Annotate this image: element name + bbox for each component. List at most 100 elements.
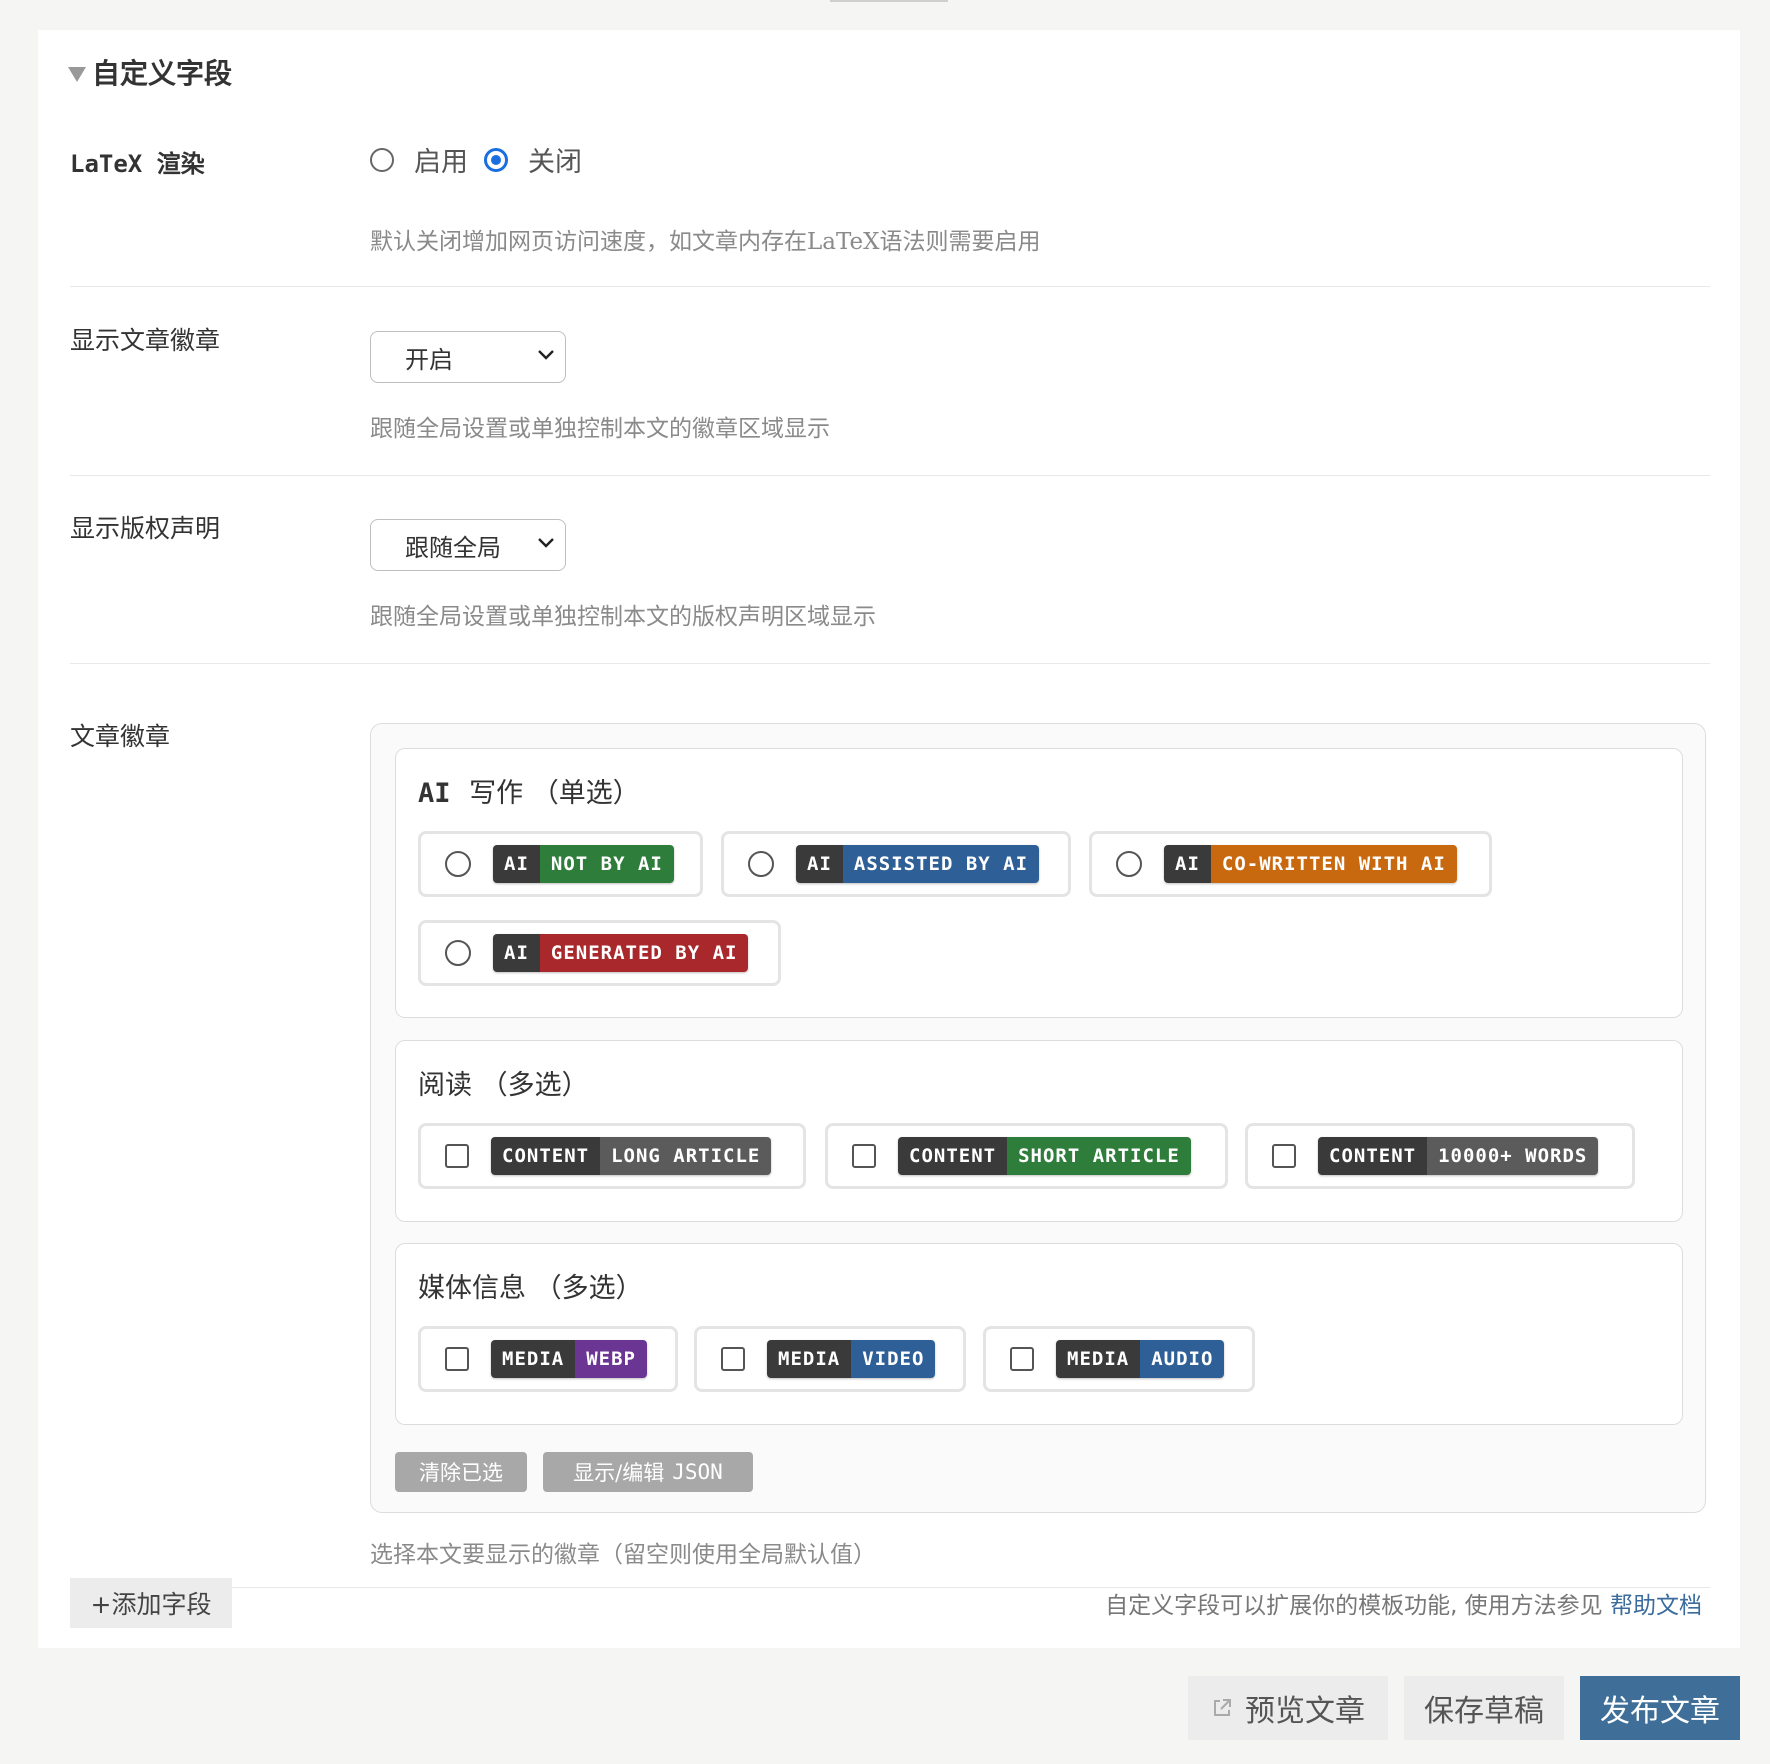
badge-radio[interactable] — [748, 851, 774, 877]
badge-right: 10000+ WORDS — [1427, 1137, 1599, 1175]
badge-radio[interactable] — [445, 940, 471, 966]
badge-assisted-by-ai: AI ASSISTED BY AI — [796, 845, 1040, 883]
latex-enable-radio[interactable] — [370, 147, 394, 172]
edit-json-label: 显示/编辑 — [573, 1461, 665, 1485]
show-copyright-description: 跟随全局设置或单独控制本文的版权声明区域显示 — [370, 604, 876, 630]
badge-left: CONTENT — [1318, 1137, 1428, 1175]
badge-left: CONTENT — [491, 1137, 601, 1175]
badge-short-article: CONTENT SHORT ARTICLE — [898, 1137, 1191, 1175]
badge-option-video[interactable]: MEDIA VIDEO — [694, 1326, 966, 1392]
chevron-down-icon — [538, 538, 554, 548]
show-copyright-value: 跟随全局 — [405, 533, 501, 562]
latex-row: LaTeX 渲染 启用 关闭 默认关闭增加网页访问速度，如文章内存在LaTeX语… — [70, 130, 1710, 287]
badge-right: WEBP — [575, 1340, 647, 1378]
external-link-icon — [1214, 1699, 1231, 1716]
custom-fields-panel: 自定义字段 LaTeX 渲染 启用 关闭 默认关闭增加网页访问速度，如文章内存在… — [38, 30, 1740, 1648]
help-text-body: 自定义字段可以扩展你的模板功能, 使用方法参见 — [1105, 1593, 1603, 1619]
help-text: 自定义字段可以扩展你的模板功能, 使用方法参见 帮助文档 — [1105, 1586, 1702, 1620]
badge-right: CO-WRITTEN WITH AI — [1210, 845, 1457, 883]
latex-description: 默认关闭增加网页访问速度，如文章内存在LaTeX语法则需要启用 — [370, 229, 1041, 255]
section-title: 自定义字段 — [92, 57, 233, 90]
badge-right: NOT BY AI — [539, 845, 674, 883]
publish-button[interactable]: 发布文章 — [1580, 1676, 1740, 1740]
add-field-button[interactable]: +添加字段 — [70, 1578, 232, 1628]
badge-right: AUDIO — [1140, 1340, 1225, 1378]
badge-left: AI — [493, 934, 540, 972]
badge-left: MEDIA — [491, 1340, 576, 1378]
badge-option-generated-by-ai[interactable]: AI GENERATED BY AI — [418, 920, 781, 986]
badge-left: AI — [796, 845, 843, 883]
badges-description: 选择本文要显示的徽章（留空则使用全局默认值） — [370, 1542, 876, 1568]
badge-left: CONTENT — [898, 1137, 1008, 1175]
show-badges-value: 开启 — [405, 345, 453, 374]
top-divider — [830, 0, 948, 2]
badge-radio[interactable] — [445, 851, 471, 877]
media-group-title: 媒体信息 （多选） — [418, 1273, 643, 1304]
badge-right: LONG ARTICLE — [600, 1137, 772, 1175]
clear-selected-label: 清除已选 — [419, 1461, 503, 1485]
badge-right: SHORT ARTICLE — [1007, 1137, 1191, 1175]
ai-group-title: AI 写作 （单选） — [418, 771, 640, 810]
badge-checkbox[interactable] — [445, 1144, 469, 1168]
badge-option-short-article[interactable]: CONTENT SHORT ARTICLE — [825, 1123, 1228, 1189]
badge-option-10000-words[interactable]: CONTENT 10000+ WORDS — [1245, 1123, 1635, 1189]
badges-container: AI 写作 （单选） AI NOT BY AI AI ASSISTED BY A… — [370, 723, 1706, 1513]
reading-group: 阅读 （多选） CONTENT LONG ARTICLE CONTENT SHO… — [395, 1040, 1683, 1222]
badge-checkbox[interactable] — [1272, 1144, 1296, 1168]
show-copyright-label: 显示版权声明 — [70, 514, 221, 543]
show-badges-row: 显示文章徽章 开启 跟随全局设置或单独控制本文的徽章区域显示 — [70, 287, 1710, 476]
badge-left: MEDIA — [1056, 1340, 1141, 1378]
collapse-triangle-icon[interactable] — [68, 66, 86, 82]
badge-left: MEDIA — [767, 1340, 852, 1378]
badge-left: AI — [1164, 845, 1211, 883]
badge-left: AI — [493, 845, 540, 883]
badge-audio: MEDIA AUDIO — [1056, 1340, 1225, 1378]
clear-selected-button[interactable]: 清除已选 — [395, 1452, 527, 1492]
show-badges-description: 跟随全局设置或单独控制本文的徽章区域显示 — [370, 416, 830, 442]
latex-label: LaTeX 渲染 — [70, 144, 205, 179]
chevron-down-icon — [538, 350, 554, 360]
badge-not-by-ai: AI NOT BY AI — [493, 845, 674, 883]
badge-option-long-article[interactable]: CONTENT LONG ARTICLE — [418, 1123, 806, 1189]
section-header[interactable]: 自定义字段 — [68, 52, 232, 92]
edit-json-label-suffix: JSON — [672, 1460, 723, 1484]
save-draft-button[interactable]: 保存草稿 — [1404, 1676, 1564, 1740]
latex-radio-group: 启用 关闭 — [370, 140, 598, 179]
badge-option-not-by-ai[interactable]: AI NOT BY AI — [418, 831, 703, 897]
reading-group-title: 阅读 （多选） — [418, 1070, 589, 1101]
badges-label: 文章徽章 — [70, 722, 171, 751]
show-copyright-select[interactable]: 跟随全局 — [370, 519, 566, 571]
badge-generated-by-ai: AI GENERATED BY AI — [493, 934, 749, 972]
badge-right: VIDEO — [851, 1340, 936, 1378]
ai-writing-group: AI 写作 （单选） AI NOT BY AI AI ASSISTED BY A… — [395, 748, 1683, 1018]
badge-webp: MEDIA WEBP — [491, 1340, 647, 1378]
latex-enable-label[interactable]: 启用 — [414, 140, 468, 179]
badge-video: MEDIA VIDEO — [767, 1340, 936, 1378]
preview-button[interactable]: 预览文章 — [1188, 1676, 1388, 1740]
latex-disable-radio[interactable] — [484, 147, 508, 172]
ai-group-title-text: 写作 （单选） — [469, 778, 640, 809]
badge-checkbox[interactable] — [721, 1347, 745, 1371]
badge-checkbox[interactable] — [445, 1347, 469, 1371]
show-badges-select[interactable]: 开启 — [370, 331, 566, 383]
badge-option-webp[interactable]: MEDIA WEBP — [418, 1326, 678, 1392]
badge-option-co-written-with-ai[interactable]: AI CO-WRITTEN WITH AI — [1089, 831, 1492, 897]
latex-disable-label[interactable]: 关闭 — [528, 140, 582, 179]
badge-right: ASSISTED BY AI — [842, 845, 1040, 883]
badge-checkbox[interactable] — [1010, 1347, 1034, 1371]
badge-radio[interactable] — [1116, 851, 1142, 877]
badge-long-article: CONTENT LONG ARTICLE — [491, 1137, 772, 1175]
badge-option-assisted-by-ai[interactable]: AI ASSISTED BY AI — [721, 831, 1071, 897]
media-group: 媒体信息 （多选） MEDIA WEBP MEDIA VIDEO MEDIA A… — [395, 1243, 1683, 1425]
preview-label: 预览文章 — [1245, 1694, 1365, 1729]
show-badges-label: 显示文章徽章 — [70, 326, 221, 355]
ai-group-title-prefix: AI — [418, 778, 451, 809]
help-docs-link[interactable]: 帮助文档 — [1610, 1593, 1702, 1619]
badge-10000-words: CONTENT 10000+ WORDS — [1318, 1137, 1599, 1175]
badge-co-written-with-ai: AI CO-WRITTEN WITH AI — [1164, 845, 1457, 883]
badge-checkbox[interactable] — [852, 1144, 876, 1168]
show-copyright-row: 显示版权声明 跟随全局 跟随全局设置或单独控制本文的版权声明区域显示 — [70, 475, 1710, 664]
badge-right: GENERATED BY AI — [539, 934, 749, 972]
badge-option-audio[interactable]: MEDIA AUDIO — [983, 1326, 1255, 1392]
edit-json-button[interactable]: 显示/编辑 JSON — [543, 1452, 753, 1492]
